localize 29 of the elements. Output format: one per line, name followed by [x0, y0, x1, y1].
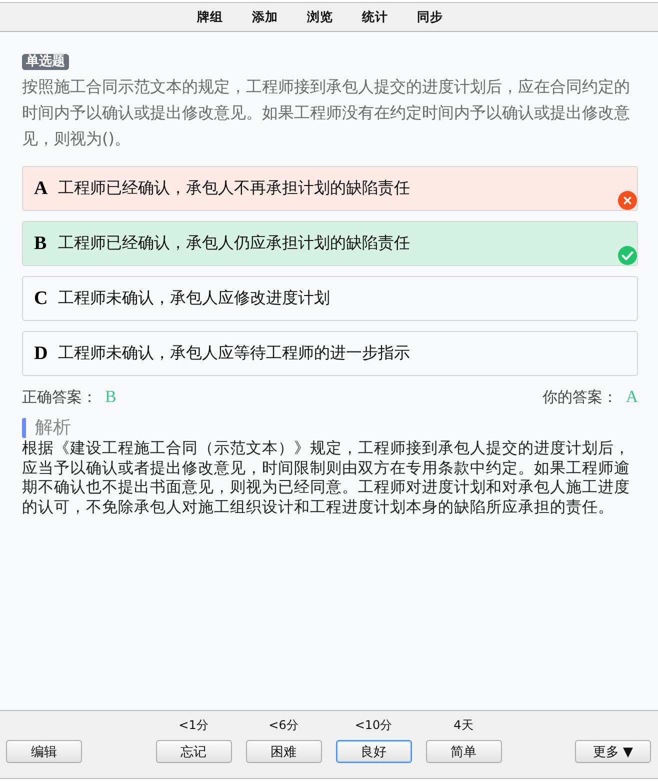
answer-option[interactable]: C 工程师未确认，承包人应修改进度计划 [22, 276, 638, 321]
answer-option[interactable]: D 工程师未确认，承包人应等待工程师的进一步指示 [22, 331, 638, 376]
answer-option[interactable]: A 工程师已经确认，承包人不再承担计划的缺陷责任 [22, 166, 638, 211]
nav-item[interactable]: 牌组 [197, 9, 223, 25]
your-answer-label: 你的答案： [542, 388, 618, 406]
nav-item[interactable]: 同步 [417, 9, 443, 25]
answer-ease-button[interactable]: 忘记 [156, 740, 232, 763]
nav-item[interactable]: 浏览 [307, 9, 333, 25]
answer-ease-button[interactable]: 困难 [246, 740, 322, 763]
answer-ease-button[interactable]: 良好 [336, 740, 412, 763]
analysis-text: 根据《建设工程施工合同（示范文本）》规定，工程师接到承包人提交的进度计划后，应当予以确认或者提出修改意见，时间限制则由双方在专用条款中约定。如果工程师逾期不确认也不提出书面意见，则视为已经同意。工程师对进度计划和对承包人施工进度的认可，不免除承包人对施工组织设计和工程进度计划本身的缺陷所应承担的责任。 [22, 438, 631, 516]
analysis-heading: 解析 [22, 418, 71, 438]
more-button[interactable]: 更多 ▼ [575, 740, 651, 763]
nav-item[interactable]: 添加 [252, 9, 278, 25]
question-text: 按照施工合同示范文本的规定，工程师接到承包人提交的进度计划后，应在合同约定的时间内予以确认或提出修改意见。如果工程师没有在约定时间内予以确认或提出修改意见，则视为()。 [22, 76, 631, 150]
nav-item[interactable]: 统计 [362, 9, 388, 25]
correct-answer-value: B [105, 387, 116, 407]
check-icon [618, 246, 637, 265]
interval-label: <6分 [268, 718, 298, 732]
interval-label: <10分 [354, 718, 392, 732]
correct-answer-label: 正确答案： [22, 388, 97, 406]
edit-button[interactable]: 编辑 [6, 740, 82, 763]
interval-label: 4天 [454, 718, 474, 732]
answer-option[interactable]: B 工程师已经确认，承包人仍应承担计划的缺陷责任 [22, 221, 638, 266]
interval-label: <1分 [178, 718, 208, 732]
answer-ease-button[interactable]: 简单 [426, 740, 502, 763]
your-answer-value: A [626, 387, 638, 407]
question-type-tag: 单选题 [22, 54, 69, 70]
close-icon [618, 191, 637, 210]
